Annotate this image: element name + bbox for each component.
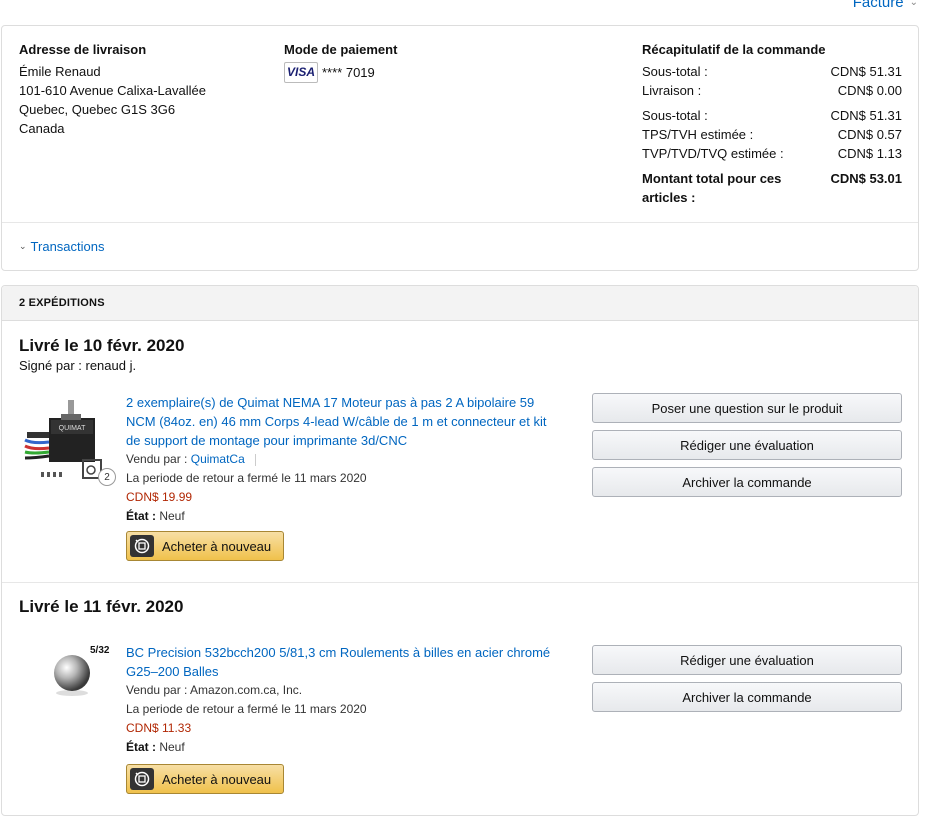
summary-value: CDN$ 0.00 xyxy=(837,83,902,98)
product-title-link[interactable]: BC Precision 532bcch200 5/81,3 cm Roulem… xyxy=(126,643,561,681)
summary-row: Sous-total : CDN$ 51.31 xyxy=(642,62,902,81)
total-value: CDN$ 53.01 xyxy=(830,171,902,186)
buy-again-label: Acheter à nouveau xyxy=(162,771,272,787)
summary-total-row: Montant total pour ces articles : CDN$ 5… xyxy=(642,169,902,207)
address-name: Émile Renaud xyxy=(19,64,101,79)
seller-link[interactable]: QuimatCa xyxy=(191,452,245,466)
ask-question-button[interactable]: Poser une question sur le produit xyxy=(592,393,902,423)
shipment-1: Livré le 10 févr. 2020 Signé par : renau… xyxy=(2,322,918,582)
sold-by: Vendu par : Amazon.com.ca, Inc. xyxy=(126,683,303,697)
order-summary: Récapitulatif de la commande Sous-total … xyxy=(642,41,902,207)
card-digits: **** 7019 xyxy=(322,65,375,80)
item-condition: État : Neuf xyxy=(126,738,561,757)
sold-by-label: Vendu par : xyxy=(126,452,188,466)
item-price: CDN$ 11.33 xyxy=(126,721,192,735)
summary-label: TPS/TVH estimée : xyxy=(642,127,754,142)
buy-again-label: Acheter à nouveau xyxy=(162,538,272,554)
write-review-button[interactable]: Rédiger une évaluation xyxy=(592,430,902,460)
summary-label: TVP/TVD/TVQ estimée : xyxy=(642,146,784,161)
buy-again-icon xyxy=(130,768,154,790)
summary-value: CDN$ 1.13 xyxy=(837,146,902,161)
invoice-label: Facture xyxy=(852,0,904,11)
summary-label: Livraison : xyxy=(642,83,702,98)
condition-label: État : xyxy=(126,509,156,523)
return-window: La periode de retour a fermé le 11 mars … xyxy=(126,702,367,716)
item-condition: État : Neuf xyxy=(126,507,561,526)
transactions-toggle[interactable]: ⌄ Transactions xyxy=(19,239,104,254)
item-price: CDN$ 19.99 xyxy=(126,490,193,504)
archive-order-button[interactable]: Archiver la commande xyxy=(592,467,902,497)
delivery-status: Livré le 11 févr. 2020 xyxy=(19,597,184,616)
summary-heading: Récapitulatif de la commande xyxy=(642,42,826,57)
transactions-label: Transactions xyxy=(30,239,105,254)
summary-row: TPS/TVH estimée : CDN$ 0.57 xyxy=(642,125,902,144)
shipping-address-heading: Adresse de livraison xyxy=(19,42,147,57)
sold-by: Vendu par : QuimatCa xyxy=(126,450,561,469)
summary-label: Sous-total : xyxy=(642,64,708,79)
shipping-address: Adresse de livraison Émile Renaud 101-61… xyxy=(19,41,206,138)
summary-row: Sous-total : CDN$ 51.31 xyxy=(642,106,902,125)
condition-value: Neuf xyxy=(159,740,185,754)
shipments-heading: 2 EXPÉDITIONS xyxy=(19,297,105,309)
buy-again-button[interactable]: Acheter à nouveau xyxy=(126,531,284,561)
shipment-2: Livré le 11 févr. 2020 5/32 BC Precision… xyxy=(2,583,918,815)
summary-row: Livraison : CDN$ 0.00 xyxy=(642,81,902,100)
shipments-box: 2 EXPÉDITIONS Livré le 10 févr. 2020 Sig… xyxy=(1,285,919,816)
summary-label: Sous-total : xyxy=(642,108,708,123)
product-info: BC Precision 532bcch200 5/81,3 cm Roulem… xyxy=(126,643,561,757)
brand-label: QUIMAT xyxy=(59,425,86,432)
payment-heading: Mode de paiement xyxy=(284,42,398,57)
write-review-button[interactable]: Rédiger une évaluation xyxy=(592,645,902,675)
payment-method: Mode de paiement VISA **** 7019 xyxy=(284,41,397,83)
chevron-down-icon: ⌄ xyxy=(19,241,27,251)
stepper-motor-image[interactable]: QUIMAT xyxy=(21,392,105,482)
summary-value: CDN$ 51.31 xyxy=(830,108,902,123)
separator xyxy=(254,453,256,466)
quantity-badge: 2 xyxy=(98,468,116,486)
product-title-link[interactable]: 2 exemplaire(s) de Quimat NEMA 17 Moteur… xyxy=(126,393,561,450)
signed-by: Signé par : renaud j. xyxy=(19,358,137,373)
summary-value: CDN$ 0.57 xyxy=(837,127,902,142)
total-label: Montant total pour ces articles : xyxy=(642,171,782,205)
divider xyxy=(2,222,918,223)
invoice-dropdown[interactable]: Facture ⌄ xyxy=(853,0,918,11)
summary-row: TVP/TVD/TVQ estimée : CDN$ 1.13 xyxy=(642,144,902,163)
condition-value: Neuf xyxy=(159,509,185,523)
chevron-down-icon: ⌄ xyxy=(909,0,918,8)
address-country: Canada xyxy=(19,121,65,136)
order-details-box: Adresse de livraison Émile Renaud 101-61… xyxy=(1,25,919,271)
shipments-header: 2 EXPÉDITIONS xyxy=(2,286,918,321)
condition-label: État : xyxy=(126,740,156,754)
return-window: La periode de retour a fermé le 11 mars … xyxy=(126,471,367,485)
summary-value: CDN$ 51.31 xyxy=(830,64,902,79)
product-info: 2 exemplaire(s) de Quimat NEMA 17 Moteur… xyxy=(126,393,561,526)
buy-again-icon xyxy=(130,535,154,557)
delivery-status: Livré le 10 févr. 2020 xyxy=(19,336,185,355)
address-line1: 101-610 Avenue Calixa-Lavallée xyxy=(19,83,206,98)
buy-again-button[interactable]: Acheter à nouveau xyxy=(126,764,284,794)
archive-order-button[interactable]: Archiver la commande xyxy=(592,682,902,712)
address-line2: Quebec, Quebec G1S 3G6 xyxy=(19,102,176,117)
ball-bearing-image[interactable] xyxy=(50,653,94,697)
visa-card-icon: VISA xyxy=(284,62,318,83)
